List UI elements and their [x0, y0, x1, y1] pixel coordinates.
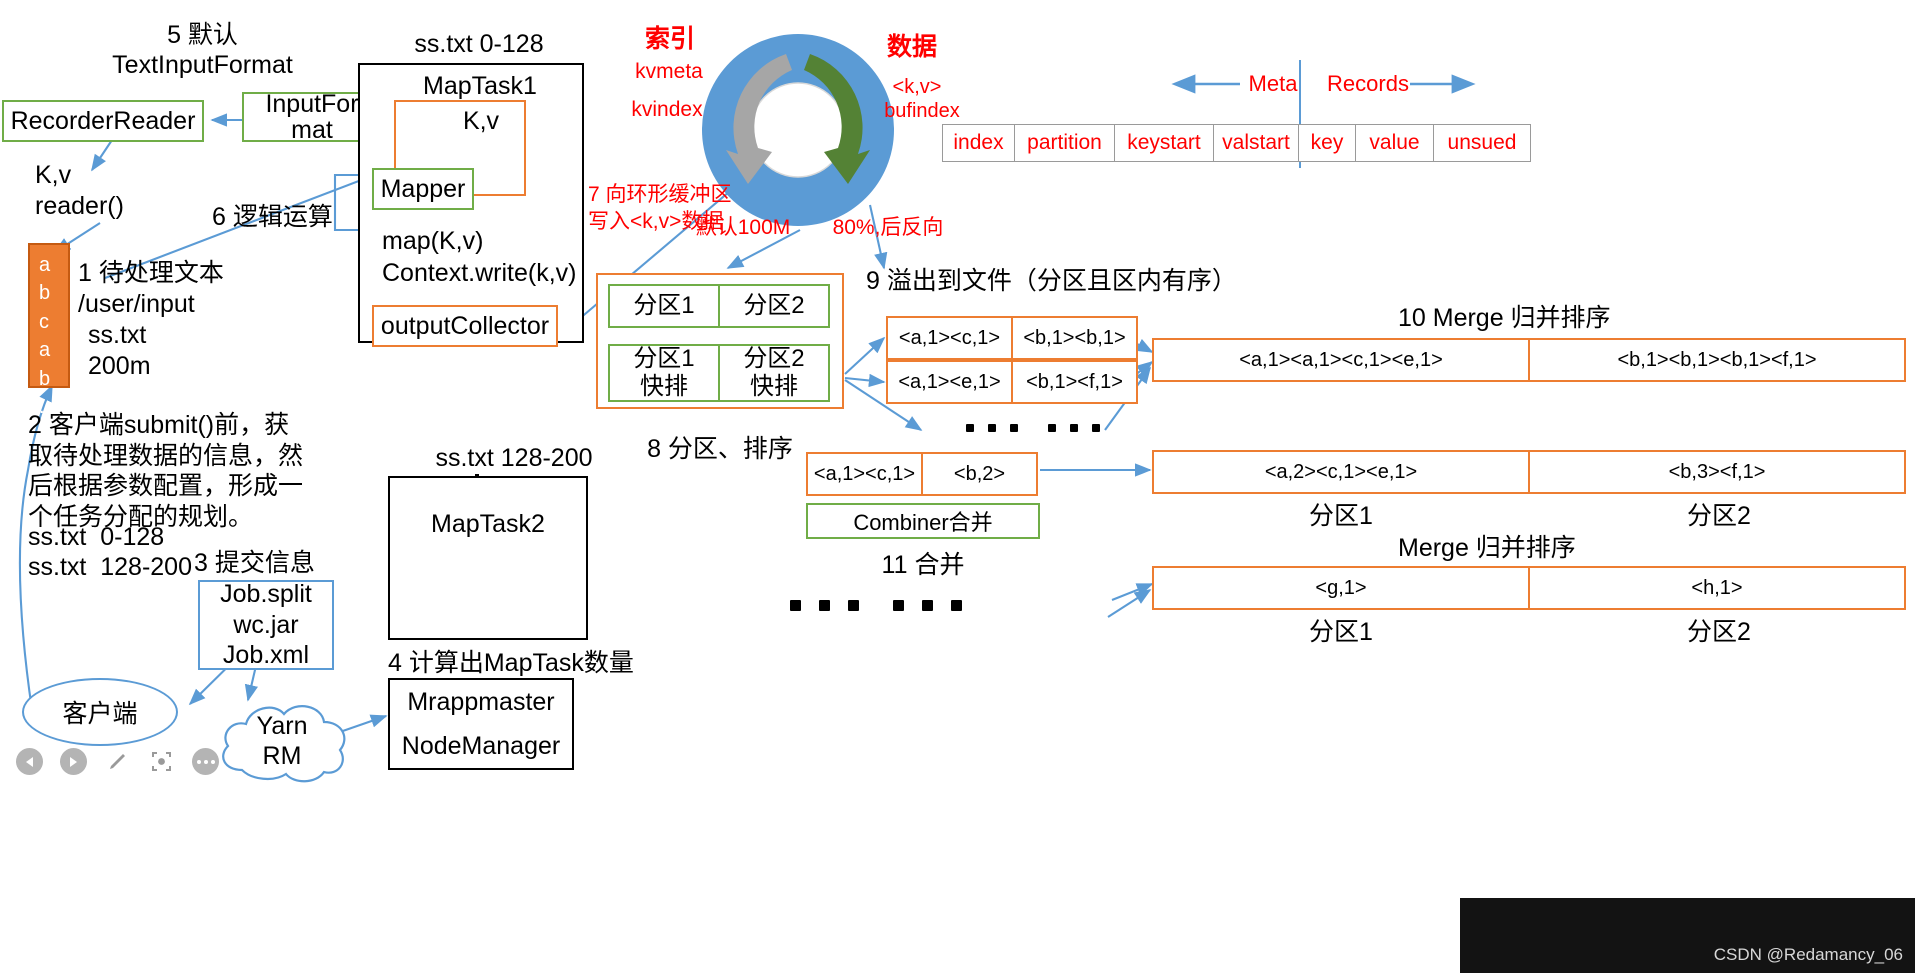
merge-row-2-caption-right: 分区2	[1687, 501, 1751, 530]
recorder-reader-box[interactable]: RecorderReader	[2, 100, 204, 142]
pen-icon[interactable]	[104, 748, 131, 775]
partition-cell: 分区2 快排	[718, 344, 830, 402]
partition-row-1: 分区1 分区2	[608, 284, 832, 328]
kvindex-label: kvindex	[631, 98, 703, 122]
step6-label: 6 逻辑运算	[212, 203, 333, 231]
yarn-rm-label: Yarn RM	[256, 712, 308, 770]
meta-table-cell-valstart: valstart	[1214, 125, 1299, 161]
data-title-label: 数据	[886, 32, 937, 61]
bufindex-label: bufindex	[884, 99, 960, 122]
presentation-toolbar[interactable]	[16, 748, 219, 775]
mapper-box[interactable]: Mapper	[372, 168, 474, 210]
more-options-icon[interactable]	[192, 748, 219, 775]
meta-label: Meta	[1248, 70, 1298, 96]
spill-file-row-1: <a,1><c,1> <b,1><b,1>	[886, 316, 1140, 360]
mrappmaster-box[interactable]: Mrappmaster NodeManager	[388, 678, 574, 770]
merge-row-3-caption-right: 分区2	[1687, 617, 1751, 646]
input-text-block: a b c a b ...	[28, 243, 70, 418]
input-format-label: InputFormat	[265, 89, 359, 144]
job-files-label: Job.split wc.jar Job.xml	[220, 580, 312, 670]
partition-cell: 分区1 快排	[608, 344, 720, 402]
spill-file-row-3: <a,1><c,1> <b,2>	[806, 452, 1040, 496]
maptask2-label: MapTask2	[431, 509, 545, 538]
meta-table-cell-index: index	[943, 125, 1015, 161]
partition-cell: 分区1	[608, 284, 720, 328]
merge-row-2-caption-left: 分区1	[1309, 501, 1373, 530]
output-collector-label: outputCollector	[380, 311, 550, 340]
kv-reader-label: K,v reader()	[35, 161, 124, 220]
index-title-label: 索引	[644, 24, 695, 53]
meta-table-cell-unsued: unsued	[1447, 131, 1517, 154]
laser-pointer-icon[interactable]	[148, 748, 175, 775]
partition-cell: 分区2	[718, 284, 830, 328]
spill-file-row-2: <a,1><e,1> <b,1><f,1>	[886, 360, 1140, 404]
records-label: Records	[1327, 70, 1409, 96]
slide-canvas: 5 默认 TextInputFormat RecorderReader Inpu…	[0, 0, 1915, 973]
meta-table-cell-key: key	[1299, 125, 1356, 161]
step4-label: 4 计算出MapTask数量	[388, 649, 634, 677]
meta-table-cell-partition: partition	[1015, 125, 1115, 161]
step3-label: 3 提交信息	[194, 549, 315, 577]
yarn-cloud[interactable]: Yarn RM	[212, 690, 352, 788]
meta-record-table: index partition keystart valstart key value un…	[942, 124, 1531, 162]
input-text-chars: a b c a b ...	[39, 254, 56, 418]
step5-label: 5 默认 TextInputFormat	[112, 20, 293, 80]
spill-cell: <b,2>	[921, 452, 1038, 496]
next-slide-icon[interactable]	[60, 748, 87, 775]
recorder-reader-label: RecorderReader	[10, 106, 196, 135]
maptask1-label: MapTask1	[423, 71, 537, 100]
meta-table-cell-keystart: keystart	[1115, 125, 1214, 161]
ss-txt-0-128-label: ss.txt 0-128	[414, 29, 544, 58]
merge-cell: <b,1><b,1><b,1><f,1>	[1528, 338, 1906, 382]
spill-cell: <a,1><e,1>	[886, 360, 1013, 404]
ellipsis-dots-2	[790, 600, 962, 611]
client-ellipse[interactable]: 客户端	[22, 678, 178, 746]
step1-label: 1 待处理文本 /user/input	[78, 259, 224, 318]
step10-label: 10 Merge 归并排序	[1398, 304, 1611, 332]
merge-cell: <g,1>	[1152, 566, 1530, 610]
ss-txt-128-200-label: ss.txt 128-200	[435, 443, 593, 472]
merge-sort-label: Merge 归并排序	[1398, 534, 1576, 562]
output-collector-box[interactable]: outputCollector	[372, 305, 558, 347]
merge-row-3: <g,1> <h,1>	[1152, 566, 1908, 610]
combiner-label: Combiner合并	[853, 510, 993, 535]
merge-row-2: <a,2><c,1><e,1> <b,3><f,1>	[1152, 450, 1908, 494]
percent80-label: 80%,后反向	[832, 216, 944, 240]
map-context-label: map(K,v) Context.write(k,v)	[382, 227, 577, 287]
combiner-box[interactable]: Combiner合并	[806, 503, 1040, 539]
step11-label: 11 合并	[881, 550, 965, 579]
kvmeta-label: kvmeta	[635, 60, 703, 84]
nodemanager-label: NodeManager	[401, 731, 561, 760]
merge-cell: <a,1><a,1><c,1><e,1>	[1152, 338, 1530, 382]
meta-table-cell-value: value	[1356, 125, 1434, 161]
ss-txt-200m-label: ss.txt 200m	[88, 321, 151, 380]
maptask2-box[interactable]: MapTask2	[388, 476, 588, 640]
watermark-text: CSDN @Redamancy_06	[1713, 945, 1903, 964]
spill-cell: <b,1><b,1>	[1011, 316, 1138, 360]
merge-cell: <h,1>	[1528, 566, 1906, 610]
job-files-box[interactable]: Job.split wc.jar Job.xml	[198, 580, 334, 670]
merge-row-1: <a,1><a,1><c,1><e,1> <b,1><b,1><b,1><f,1>	[1152, 338, 1908, 382]
partition-row-2: 分区1 快排 分区2 快排	[608, 344, 832, 402]
merge-cell: <b,3><f,1>	[1528, 450, 1906, 494]
client-label: 客户端	[62, 700, 138, 728]
spill-cell: <b,1><f,1>	[1011, 360, 1138, 404]
prev-slide-icon[interactable]	[16, 748, 43, 775]
mrappmaster-label: Mrappmaster	[407, 687, 555, 716]
step2-label: 2 客户端submit()前，获 取待处理数据的信息，然 后根据参数配置，形成一…	[28, 411, 304, 531]
merge-cell: <a,2><c,1><e,1>	[1152, 450, 1530, 494]
step9-label: 9 溢出到文件（分区且区内有序）	[866, 267, 1237, 295]
mapper-label: Mapper	[380, 174, 466, 203]
ellipsis-dots-1	[966, 424, 1100, 432]
video-watermark: CSDN @Redamancy_06	[1460, 898, 1915, 973]
kv-top-label: K,v	[462, 106, 500, 135]
spill-cell: <a,1><c,1>	[806, 452, 923, 496]
merge-row-3-caption-left: 分区1	[1309, 617, 1373, 646]
default-100m-label: 默认100M	[695, 216, 791, 240]
spill-cell: <a,1><c,1>	[886, 316, 1013, 360]
kv-angle-label: <k,v>	[892, 75, 942, 98]
